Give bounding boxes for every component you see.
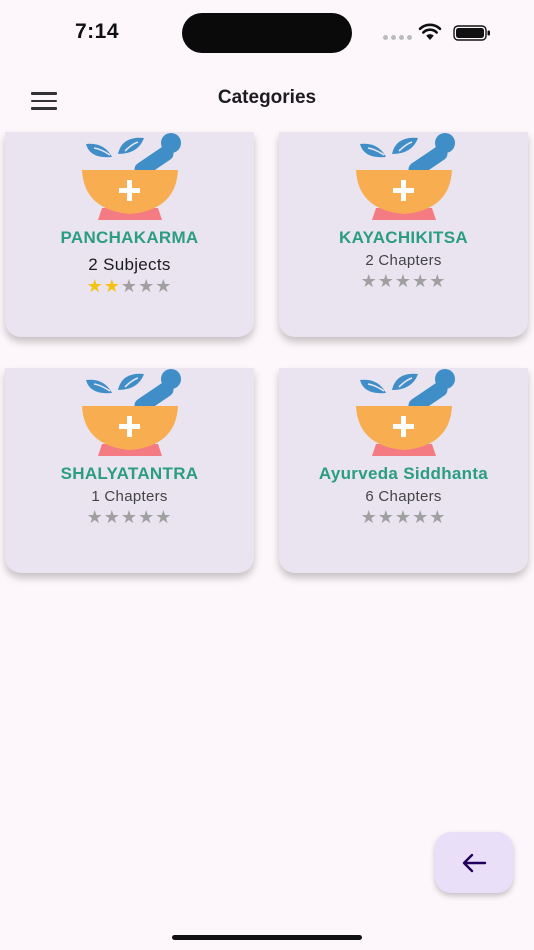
category-count: 2 Subjects <box>88 255 171 274</box>
category-name: SHALYATANTRA <box>60 464 199 483</box>
star-empty-icon: ★ <box>138 276 156 296</box>
back-button[interactable] <box>435 832 513 893</box>
star-rating: ★★★★★ <box>5 508 254 526</box>
category-count: 6 Chapters <box>365 488 442 505</box>
category-name: PANCHAKARMA <box>60 228 199 247</box>
mortar-pestle-icon <box>356 369 455 456</box>
star-empty-icon: ★ <box>412 271 430 291</box>
category-count: 1 Chapters <box>91 488 168 505</box>
star-rating: ★★★★★ <box>5 277 254 295</box>
star-rating: ★★★★★ <box>279 508 528 526</box>
star-empty-icon: ★ <box>120 507 139 527</box>
star-empty-icon: ★ <box>360 271 378 291</box>
star-rating: ★★★★★ <box>279 272 528 290</box>
star-empty-icon: ★ <box>120 276 139 296</box>
star-empty-icon: ★ <box>360 507 378 527</box>
mortar-pestle-icon <box>82 369 181 456</box>
dynamic-island <box>182 13 352 53</box>
category-name: KAYACHIKITSA <box>339 228 468 247</box>
cellular-signal-icon <box>383 35 412 40</box>
arrow-left-icon <box>462 853 487 872</box>
mortar-pestle-icon <box>82 133 181 220</box>
star-empty-icon: ★ <box>412 507 430 527</box>
star-filled-icon: ★ <box>103 276 121 296</box>
category-count: 2 Chapters <box>365 252 442 269</box>
star-empty-icon: ★ <box>155 276 173 296</box>
category-card-panchakarma[interactable]: PANCHAKARMA 2 Subjects ★★★★★ <box>5 132 254 337</box>
home-indicator[interactable] <box>172 935 362 940</box>
category-name: Ayurveda Siddhanta <box>318 464 489 483</box>
star-empty-icon: ★ <box>377 507 395 527</box>
mortar-pestle-icon <box>356 133 455 220</box>
category-card-ayurveda-siddhanta[interactable]: Ayurveda Siddhanta 6 Chapters ★★★★★ <box>279 368 528 573</box>
category-card-shalyatantra[interactable]: SHALYATANTRA 1 Chapters ★★★★★ <box>5 368 254 573</box>
star-empty-icon: ★ <box>394 507 413 527</box>
page-title: Categories <box>217 87 317 108</box>
star-empty-icon: ★ <box>377 271 395 291</box>
status-time: 7:14 <box>75 20 120 43</box>
app-bar: Categories <box>0 76 534 122</box>
star-empty-icon: ★ <box>86 507 104 527</box>
star-empty-icon: ★ <box>429 507 447 527</box>
status-bar: 7:14 <box>0 0 534 66</box>
wifi-icon <box>418 23 442 40</box>
category-card-kayachikitsa[interactable]: KAYACHIKITSA 2 Chapters ★★★★★ <box>279 132 528 337</box>
star-empty-icon: ★ <box>429 271 447 291</box>
star-empty-icon: ★ <box>103 507 121 527</box>
star-filled-icon: ★ <box>86 276 104 296</box>
battery-icon <box>453 25 490 41</box>
star-empty-icon: ★ <box>138 507 156 527</box>
star-empty-icon: ★ <box>155 507 173 527</box>
star-empty-icon: ★ <box>394 271 413 291</box>
